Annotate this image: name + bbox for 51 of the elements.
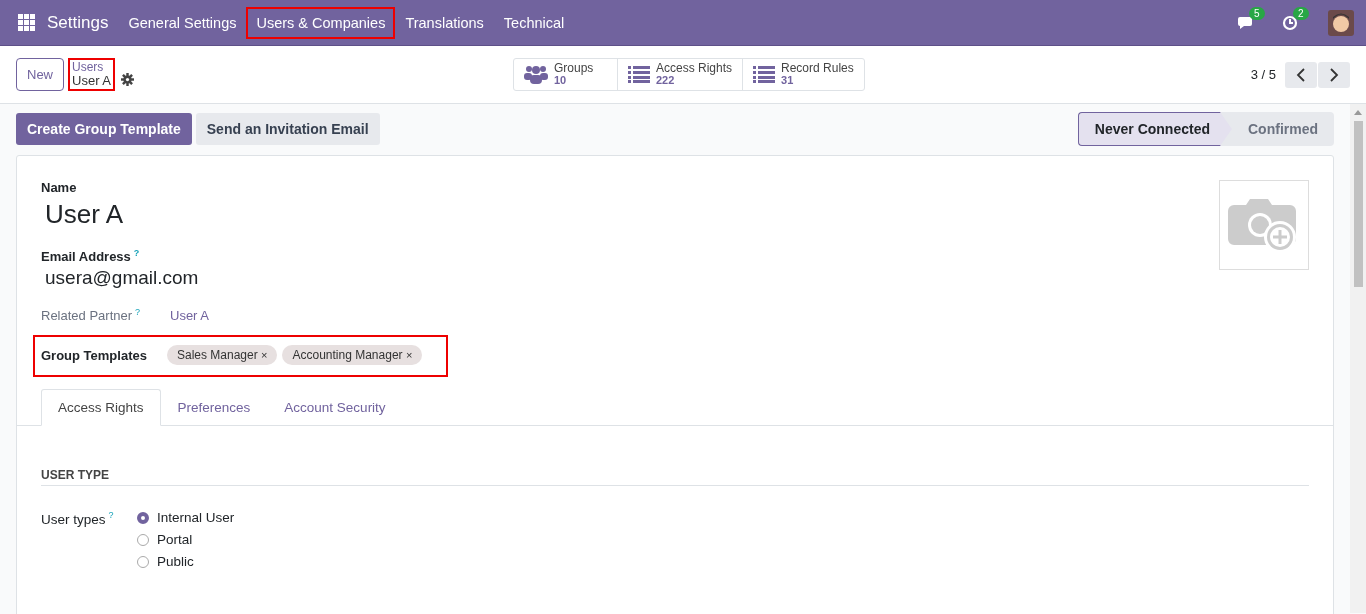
list-icon	[628, 65, 650, 84]
previous-button[interactable]	[1285, 61, 1317, 88]
smart-button[interactable]: Groups 10	[514, 59, 617, 90]
action-button[interactable]: Send an Invitation Email	[195, 113, 380, 145]
avatar-icon[interactable]	[1328, 9, 1354, 36]
template-tag[interactable]: Accounting Manager ×	[282, 345, 423, 366]
smart-button[interactable]: Access Rights 222	[617, 59, 743, 90]
remove-tag-button[interactable]: ×	[405, 349, 413, 362]
field-label: Name	[41, 180, 78, 195]
radio-label[interactable]: Portal	[157, 532, 193, 548]
menu-item[interactable]: Translations	[395, 6, 494, 39]
breadcrumb-link[interactable]: Users	[72, 60, 112, 74]
chevron-left-icon	[1296, 67, 1306, 82]
clock-icon[interactable]	[1282, 14, 1298, 31]
list-icon	[753, 65, 776, 84]
notebook-tab[interactable]: Preferences	[160, 389, 268, 427]
section-title: USER TYPE	[41, 468, 1309, 487]
record-title: User A	[72, 73, 112, 89]
chevron-right-icon	[1329, 67, 1339, 82]
scrollbar[interactable]	[1350, 104, 1366, 613]
status-step[interactable]: Confirmed	[1232, 112, 1334, 146]
radio-label[interactable]: Public	[157, 554, 194, 570]
settings-icon[interactable]	[121, 73, 135, 86]
radio-label[interactable]: Internal User	[157, 510, 235, 526]
status-step[interactable]: Never Connected	[1077, 112, 1232, 146]
activity-count: 2	[1293, 6, 1309, 20]
field-label: Group Templates	[41, 347, 148, 363]
menu-item[interactable]: Users & Companies	[246, 6, 396, 39]
menu-item[interactable]: General Settings	[118, 6, 247, 39]
notebook-tab[interactable]: Account Security	[267, 389, 403, 427]
template-tag[interactable]: Sales Manager ×	[167, 345, 278, 366]
remove-tag-button[interactable]: ×	[261, 349, 268, 362]
field-label: User types	[41, 511, 106, 527]
field-label: Email Address	[41, 249, 131, 265]
notebook-tab[interactable]: Access Rights	[41, 389, 161, 427]
name-field[interactable]: User A	[45, 199, 449, 230]
field-label: Related Partner	[41, 308, 133, 324]
radio-button[interactable]	[137, 511, 149, 524]
smart-button[interactable]: Record Rules 31	[742, 59, 864, 90]
scrollbar-thumb[interactable]	[1353, 121, 1363, 287]
new-button[interactable]: New	[16, 58, 64, 91]
partner-link[interactable]: User A	[170, 307, 209, 323]
menu-item[interactable]: Technical	[493, 6, 575, 39]
email-field[interactable]: usera@gmail.com	[45, 267, 449, 290]
action-button[interactable]: Create Group Template	[16, 113, 192, 145]
app-name[interactable]: Settings	[47, 12, 109, 33]
app-grid-icon[interactable]	[18, 14, 35, 31]
next-button[interactable]	[1318, 61, 1350, 88]
message-count: 5	[1249, 6, 1265, 20]
pager-value: 3 / 5	[1250, 67, 1276, 82]
users-icon	[524, 64, 548, 85]
